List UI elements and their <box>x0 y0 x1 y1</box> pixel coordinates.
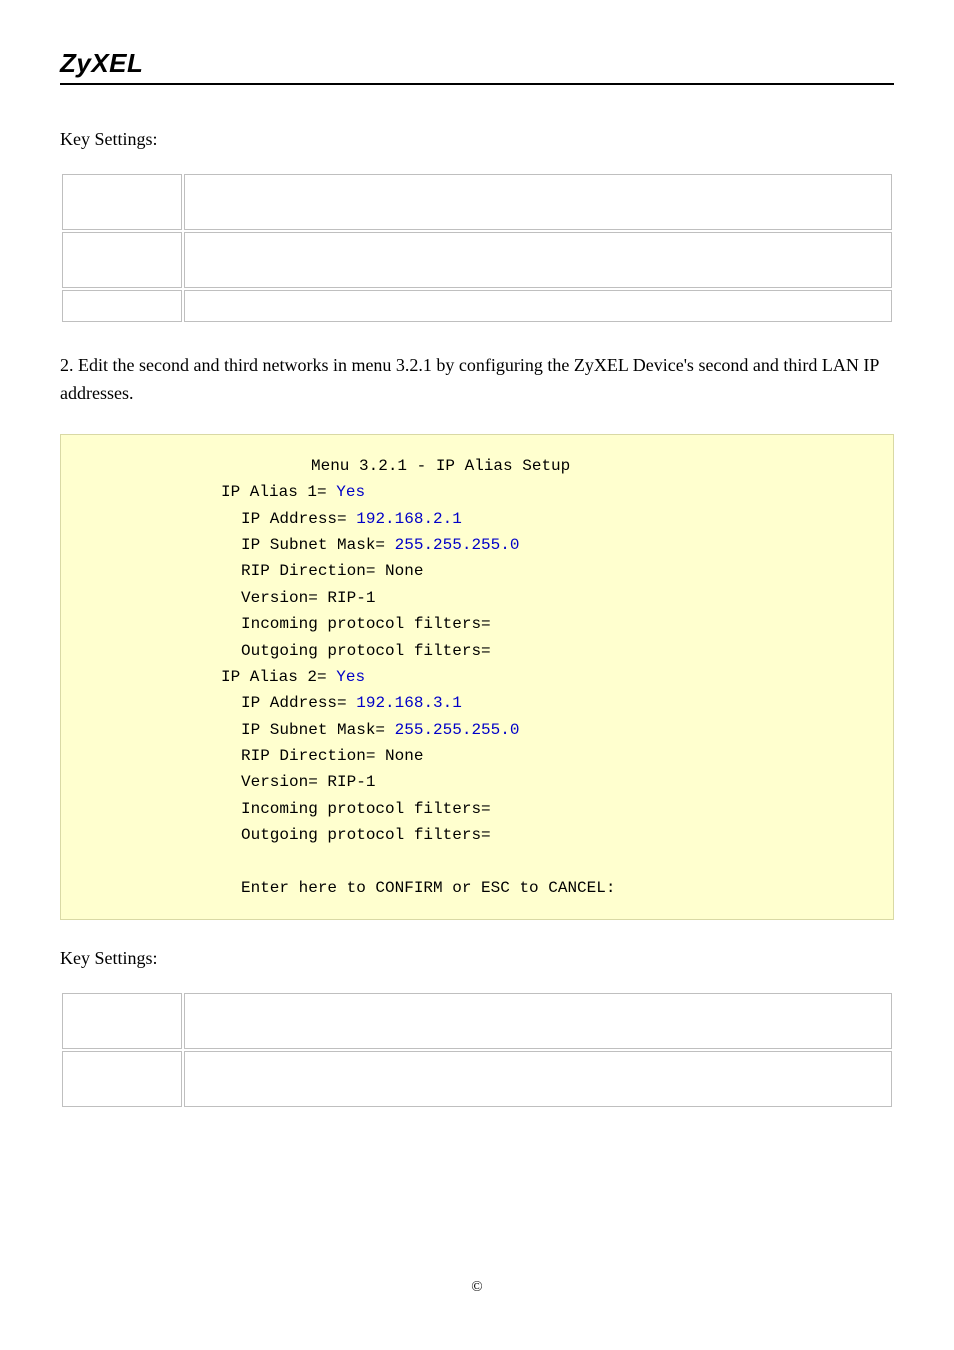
table-row <box>62 232 892 288</box>
key-settings-table-1 <box>60 172 894 324</box>
page-footer-copyright: © <box>60 1279 894 1296</box>
alias1-mask-value: 255.255.255.0 <box>395 536 520 554</box>
alias1-ip-value: 192.168.2.1 <box>356 510 462 528</box>
alias2-ip-value: 192.168.3.1 <box>356 694 462 712</box>
alias2-out-filters: Outgoing protocol filters= <box>221 822 881 848</box>
terminal-title: Menu 3.2.1 - IP Alias Setup <box>221 453 881 479</box>
alias1-rip-dir: RIP Direction= None <box>221 558 881 584</box>
table-row <box>62 1051 892 1107</box>
alias1-out-filters: Outgoing protocol filters= <box>221 638 881 664</box>
key-settings-table-2 <box>60 991 894 1109</box>
alias2-mask-value: 255.255.255.0 <box>395 721 520 739</box>
alias1-ip-label: IP Address= <box>241 510 347 528</box>
header-rule <box>60 83 894 85</box>
alias1-value: Yes <box>336 483 365 501</box>
alias2-ip-label: IP Address= <box>241 694 347 712</box>
step-2-paragraph: 2. Edit the second and third networks in… <box>60 352 894 408</box>
alias2-mask-label: IP Subnet Mask= <box>241 721 385 739</box>
alias1-in-filters: Incoming protocol filters= <box>221 611 881 637</box>
terminal-footer: Enter here to CONFIRM or ESC to CANCEL: <box>221 875 881 901</box>
alias2-in-filters: Incoming protocol filters= <box>221 796 881 822</box>
brand-logo: ZyXEL <box>60 48 894 83</box>
key-settings-label-1: Key Settings: <box>60 129 894 150</box>
table-row <box>62 174 892 230</box>
alias1-label: IP Alias 1= <box>221 483 327 501</box>
terminal-block: Menu 3.2.1 - IP Alias Setup IP Alias 1= Y… <box>60 434 894 921</box>
key-settings-label-2: Key Settings: <box>60 948 894 969</box>
alias1-mask-label: IP Subnet Mask= <box>241 536 385 554</box>
table-row <box>62 290 892 322</box>
alias2-rip-dir: RIP Direction= None <box>221 743 881 769</box>
alias2-label: IP Alias 2= <box>221 668 327 686</box>
table-row <box>62 993 892 1049</box>
alias2-value: Yes <box>336 668 365 686</box>
alias1-version: Version= RIP-1 <box>221 585 881 611</box>
alias2-version: Version= RIP-1 <box>221 769 881 795</box>
